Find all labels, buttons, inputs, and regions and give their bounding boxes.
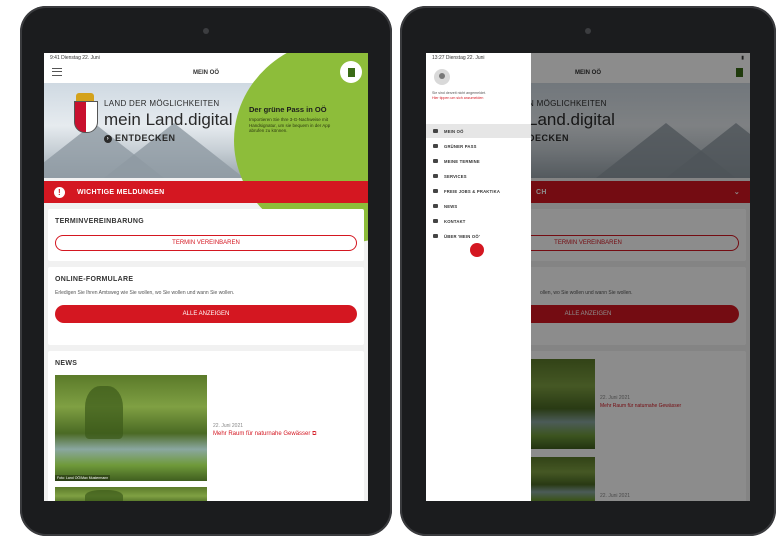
forms-card: ONLINE-FORMULARE Erledigen Sie Ihren Amt… [48, 267, 364, 345]
alert-label: WICHTIGE MELDUNGEN [77, 188, 165, 196]
drawer-item-termine[interactable]: MEINE TERMINE [426, 154, 531, 168]
navigation-drawer: 13:27 Dienstag 22. Juni Sie sind derzeit… [426, 53, 531, 501]
alert-bar[interactable]: ! WICHTIGE MELDUNGEN [44, 181, 368, 203]
forms-text: Erledigen Sie Ihren Amtsweg wie Sie woll… [55, 290, 235, 296]
page-title: MEIN OÖ [192, 70, 219, 76]
services-icon [433, 174, 438, 178]
mountain-shape [104, 123, 244, 178]
drawer-item-kontakt[interactable]: KONTAKT [426, 214, 531, 228]
exclamation-icon: ! [54, 186, 65, 198]
green-pass-icon [347, 67, 355, 77]
hero-line1: LAND DER MÖGLICHKEITEN [104, 99, 220, 108]
hero-line3: › ENTDECKEN [104, 133, 176, 143]
green-pass-text: Der grüne Pass in OÖ Importieren Sie Ihr… [249, 105, 339, 134]
drawer-item-mein-oo[interactable]: MEIN OÖ [426, 124, 531, 138]
camera-icon [585, 28, 591, 34]
green-pass-button[interactable] [340, 61, 362, 83]
show-all-button[interactable]: ALLE ANZEIGEN [55, 305, 357, 323]
left-screen: 9:41 Dienstag 22. Juni▮ MEIN OÖ LAND DER… [44, 53, 368, 501]
green-pass-description: Importieren Sie Ihre 3-G-Nachweise mit H… [249, 117, 331, 133]
photo-caption: Foto: Land OÖ/Max Mustermann [55, 475, 111, 481]
news-photo-2[interactable] [55, 487, 207, 501]
drawer-status: 13:27 Dienstag 22. Juni [426, 53, 531, 63]
news-heading: NEWS [55, 360, 78, 367]
news-photo[interactable] [55, 375, 207, 481]
termin-card: TERMINVEREINBARUNG TERMIN VEREINBAREN [48, 209, 364, 261]
news-card: NEWS Foto: Land OÖ/Max Mustermann 22. Ju… [48, 351, 364, 501]
user-avatar-icon[interactable] [434, 69, 450, 85]
briefcase-icon [433, 189, 438, 193]
home-icon [433, 129, 438, 133]
green-pass-title: Der grüne Pass in OÖ [249, 105, 327, 114]
newspaper-icon [433, 204, 438, 208]
arrow-right-icon: › [104, 134, 112, 143]
drawer-item-services[interactable]: SERVICES [426, 169, 531, 183]
right-tablet: 13:27 Dienstag 22. Juni▮ MEIN OÖ N MÖGLI… [400, 6, 776, 536]
drawer-item-news[interactable]: NEWS [426, 199, 531, 213]
coat-of-arms-logo [74, 101, 98, 133]
termin-heading: TERMINVEREINBARUNG [55, 218, 145, 225]
forms-heading: ONLINE-FORMULARE [55, 276, 134, 283]
news-link[interactable]: Mehr Raum für naturnahe Gewässer ⧉ [213, 431, 316, 438]
hero-line2: mein Land.digital [104, 110, 233, 129]
news-date: 22. Juni 2021 [213, 423, 244, 429]
coat-of-arms-crown [76, 93, 94, 101]
land-oo-logo [470, 243, 484, 257]
login-note: Sie sind derzeit nicht angemeldet. [432, 91, 486, 95]
drawer-item-gruener-pass[interactable]: GRÜNER PASS [426, 139, 531, 153]
calendar-icon [433, 159, 438, 163]
info-icon [433, 234, 438, 238]
login-link[interactable]: Hier tippen um sich anzumelden [432, 96, 483, 100]
mail-icon [433, 219, 438, 223]
right-screen: 13:27 Dienstag 22. Juni▮ MEIN OÖ N MÖGLI… [426, 53, 750, 501]
left-tablet: 9:41 Dienstag 22. Juni▮ MEIN OÖ LAND DER… [20, 6, 392, 536]
camera-icon [203, 28, 209, 34]
pass-icon [433, 144, 438, 148]
status-time: 9:41 Dienstag 22. Juni [50, 55, 100, 61]
drawer-item-jobs[interactable]: FREIE JOBS & PRAKTIKA [426, 184, 531, 198]
termin-button[interactable]: TERMIN VEREINBAREN [55, 235, 357, 251]
hamburger-menu-icon[interactable] [52, 68, 62, 76]
drawer-item-about[interactable]: ÜBER 'MEIN OÖ' [426, 229, 531, 243]
external-link-icon: ⧉ [312, 431, 317, 437]
drawer-overlay[interactable] [531, 53, 750, 501]
